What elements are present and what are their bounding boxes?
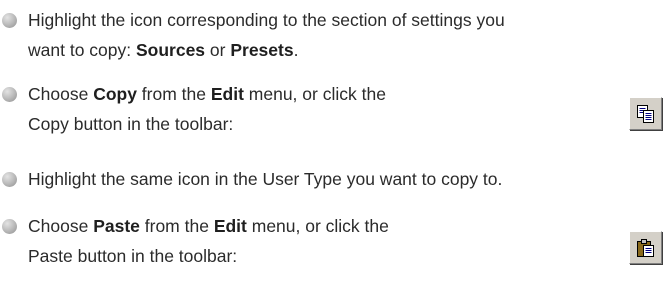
copy-icon [637, 105, 654, 123]
step-1-line-2: want to copy: Sources or Presets. [28, 40, 299, 60]
bullet-icon [2, 172, 17, 187]
step-3-line-1: Highlight the same icon in the User Type… [28, 169, 503, 189]
step-4-line-1: Choose Paste from the Edit menu, or clic… [28, 216, 389, 236]
bullet-icon [2, 219, 17, 234]
copy-command-label: Copy [93, 84, 137, 104]
bullet-icon [2, 87, 17, 102]
step-1-line-1: Highlight the icon corresponding to the … [28, 10, 505, 30]
paste-toolbar-button[interactable] [629, 231, 662, 264]
presets-label: Presets [230, 40, 294, 60]
bullet-icon [2, 13, 17, 28]
step-4-line-2: Paste button in the toolbar: [28, 246, 238, 266]
step-2-line-1: Choose Copy from the Edit menu, or click… [28, 84, 386, 104]
sources-label: Sources [135, 40, 206, 60]
edit-menu-label: Edit [213, 216, 247, 236]
paste-icon [637, 239, 654, 257]
paste-command-label: Paste [93, 216, 140, 236]
edit-menu-label: Edit [210, 84, 244, 104]
copy-toolbar-button[interactable] [629, 97, 662, 130]
step-2-line-2: Copy button in the toolbar: [28, 114, 234, 134]
